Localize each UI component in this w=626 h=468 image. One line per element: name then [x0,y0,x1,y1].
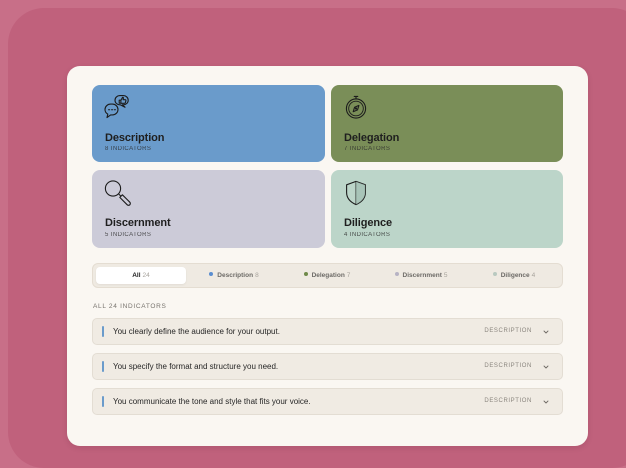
card-indicator-count: 7 INDICATORS [344,146,391,152]
indicator-text: You communicate the tone and style that … [113,397,311,406]
section-heading: ALL 24 INDICATORS [93,303,167,310]
compass-icon [345,95,367,119]
tab-count: 24 [142,272,150,279]
card-indicator-count: 8 INDICATORS [105,146,152,152]
indicator-category: DESCRIPTION [484,328,532,334]
category-accent-bar [102,361,104,372]
card-title: Delegation [344,132,400,144]
card-indicator-count: 4 INDICATORS [344,232,391,238]
tab-discernment[interactable]: Discernment 5 [375,267,467,284]
indicator-text: You clearly define the audience for your… [113,327,280,336]
main-panel: Description 8 INDICATORS Delegation 7 IN… [67,66,588,446]
indicator-row[interactable]: You communicate the tone and style that … [92,388,563,415]
card-delegation[interactable]: Delegation 7 INDICATORS [331,85,563,162]
shield-icon [346,180,366,206]
chevron-down-icon[interactable] [542,363,550,371]
card-diligence[interactable]: Diligence 4 INDICATORS [331,170,563,248]
tab-description[interactable]: Description 8 [189,267,279,284]
tab-label: All [132,272,141,279]
card-discernment[interactable]: Discernment 5 INDICATORS [92,170,325,248]
card-description[interactable]: Description 8 INDICATORS [92,85,325,162]
tab-count: 5 [443,272,448,279]
diligence-dot-icon [492,272,497,277]
category-accent-bar [102,396,104,407]
tab-count: 7 [346,272,351,279]
tab-label: Description [217,272,254,279]
tab-label: Discernment [402,272,442,279]
indicator-text: You specify the format and structure you… [113,362,279,371]
filter-tabs: All 24 Description 8 Delegation 7 Discernme… [92,263,563,288]
tab-diligence[interactable]: Diligence 4 [470,267,558,284]
chevron-down-icon[interactable] [542,328,550,336]
indicator-category: DESCRIPTION [484,363,532,369]
card-title: Diligence [344,217,393,229]
card-indicator-count: 5 INDICATORS [105,232,152,238]
card-title: Description [105,132,165,144]
category-accent-bar [102,326,104,337]
tab-count: 8 [255,272,259,279]
indicator-category: DESCRIPTION [484,398,532,404]
chevron-down-icon[interactable] [542,398,550,406]
indicator-row[interactable]: You specify the format and structure you… [92,353,563,380]
magnifier-icon [104,180,131,206]
discernment-dot-icon [394,272,399,277]
tab-count: 4 [531,272,536,279]
tab-label: Diligence [500,272,530,279]
speech-bubbles-thumbs-up-icon [104,95,129,119]
app-frame: Description 8 INDICATORS Delegation 7 IN… [8,8,626,468]
tab-label: Delegation [311,272,345,279]
tab-all[interactable]: All 24 [96,267,186,284]
delegation-dot-icon [303,272,308,277]
tab-delegation[interactable]: Delegation 7 [282,267,372,284]
indicator-row[interactable]: You clearly define the audience for your… [92,318,563,345]
description-dot-icon [209,272,214,277]
card-title: Discernment [105,217,171,229]
